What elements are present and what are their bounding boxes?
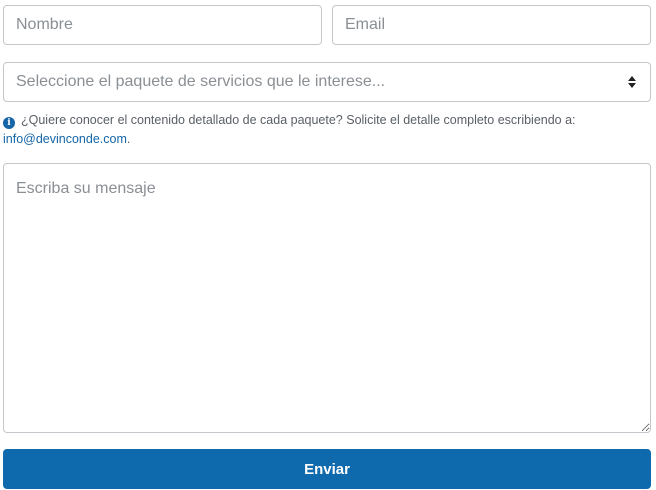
nombre-input[interactable] xyxy=(3,5,322,45)
hint-suffix: . xyxy=(126,132,131,146)
hint-text: ¿Quiere conocer el contenido detallado d… xyxy=(21,113,576,127)
mensaje-textarea[interactable] xyxy=(3,163,651,433)
paquete-hint: i ¿Quiere conocer el contenido detallado … xyxy=(3,111,653,149)
sort-caret-icon xyxy=(626,74,638,90)
hint-email-link[interactable]: info@devinconde.com xyxy=(3,132,127,146)
info-circle-icon: i xyxy=(3,117,15,129)
email-input[interactable] xyxy=(332,5,651,45)
paquete-select-placeholder: Seleccione el paquete de servicios que l… xyxy=(16,73,386,90)
paquete-select[interactable]: Seleccione el paquete de servicios que l… xyxy=(3,62,651,102)
enviar-button[interactable]: Enviar xyxy=(3,449,651,489)
